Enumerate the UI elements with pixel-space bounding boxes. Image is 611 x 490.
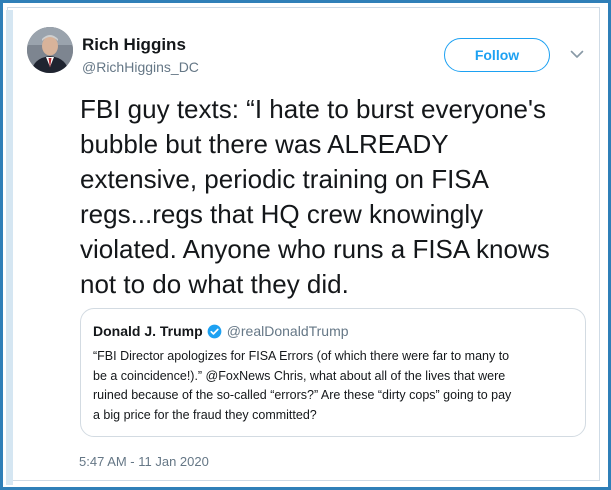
quoted-text-line: a big price for the fraud they committed… (93, 407, 317, 422)
tweet-text-line: extensive, periodic training on FISA (80, 164, 489, 194)
quoted-tweet-card[interactable]: Donald J. Trump @realDonaldTrump “FBI Di… (80, 308, 586, 437)
quoted-text-line: ruined because of the so-called “errors?… (93, 388, 512, 402)
quoted-tweet-header: Donald J. Trump @realDonaldTrump (93, 323, 349, 339)
author-handle[interactable]: @RichHiggins_DC (82, 59, 199, 75)
tweet-text-line: FBI guy texts: “I hate to burst everyone… (80, 94, 546, 124)
quoted-author-handle: @realDonaldTrump (226, 323, 349, 339)
avatar-image (27, 27, 73, 73)
quoted-text-line: “FBI Director apologizes for FISA Errors… (93, 349, 510, 363)
tweet-text-line: bubble but there was ALREADY (80, 129, 449, 159)
tweet-text-line: violated. Anyone who runs a FISA knows (80, 234, 550, 264)
chevron-down-icon[interactable] (567, 45, 587, 63)
follow-button[interactable]: Follow (444, 38, 550, 72)
avatar[interactable] (27, 27, 73, 73)
tweet-text-line: regs...regs that HQ crew knowingly (80, 199, 484, 229)
verified-badge-icon (207, 324, 222, 339)
tweet-text: FBI guy texts: “I hate to burst everyone… (80, 92, 600, 302)
tweet-timestamp[interactable]: 5:47 AM - 11 Jan 2020 (79, 454, 209, 469)
quoted-tweet-text: “FBI Director apologizes for FISA Errors… (93, 347, 583, 425)
tweet-text-line: not to do what they did. (80, 269, 349, 299)
author-display-name[interactable]: Rich Higgins (82, 35, 186, 55)
accent-bar (6, 10, 13, 485)
quoted-author-name: Donald J. Trump (93, 323, 203, 339)
quoted-text-line: be a coincidence!).” @FoxNews Chris, wha… (93, 368, 506, 383)
